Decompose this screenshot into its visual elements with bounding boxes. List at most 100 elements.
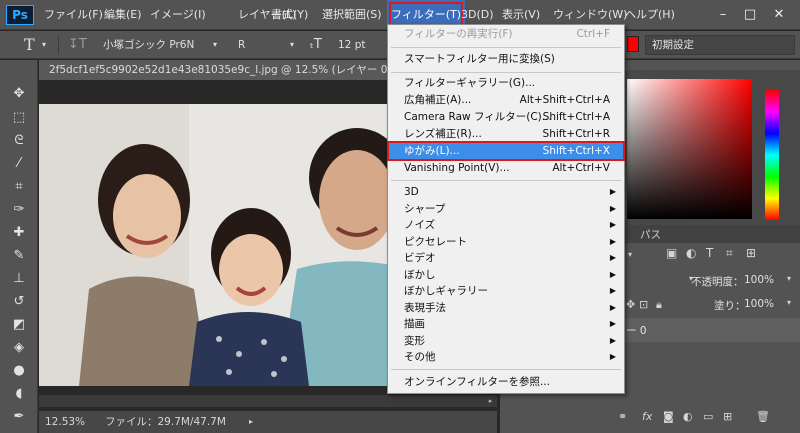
filter-adjust-icon[interactable]: ◐ <box>686 246 696 260</box>
menu-image[interactable]: イメージ(I) <box>150 0 206 30</box>
submenu-arrow-icon: ▶ <box>609 336 616 345</box>
menu-item-liquify[interactable]: ゆがみ(L)... Shift+Ctrl+X <box>387 141 625 161</box>
menu-item-vanishing-point[interactable]: Vanishing Point(V)... Alt+Ctrl+V <box>388 160 624 176</box>
lock-icon[interactable]: ✥ <box>626 298 635 311</box>
menu-item-noise[interactable]: ノイズ ▶ <box>388 217 624 233</box>
status-menu-arrow-icon[interactable]: ▸ <box>249 411 253 433</box>
zoom-level[interactable]: 12.53% <box>45 411 85 433</box>
artboard-lock-icon[interactable]: ⊡ <box>639 298 648 311</box>
filter-shape-icon[interactable]: ⌗ <box>726 246 733 261</box>
type-tool-icon[interactable]: T <box>24 31 35 59</box>
submenu-arrow-icon: ▶ <box>609 270 616 279</box>
close-icon[interactable]: ✕ <box>766 4 792 26</box>
chevron-down-icon[interactable]: ▾ <box>213 31 217 59</box>
submenu-arrow-icon: ▶ <box>609 303 616 312</box>
opacity-value[interactable]: 100% <box>744 274 774 286</box>
eyedropper-icon[interactable]: ✑ <box>9 200 29 220</box>
adjustment-icon[interactable]: ◐ <box>683 410 693 423</box>
document-tab[interactable]: 2f5dcf1ef5c9902e52d1e43e81035e9c_l.jpg @… <box>39 60 399 80</box>
history-brush-icon[interactable]: ↺ <box>9 292 29 312</box>
new-layer-icon[interactable]: ⊞ <box>723 410 732 423</box>
move-icon[interactable]: ✥ <box>9 84 29 104</box>
submenu-arrow-icon: ▶ <box>609 187 616 196</box>
menu-edit[interactable]: 編集(E) <box>104 0 142 30</box>
menu-help[interactable]: ヘルプ(H) <box>625 0 675 30</box>
fill-value[interactable]: 100% <box>744 298 774 310</box>
orientation-icon[interactable]: ↧T <box>68 31 87 59</box>
minimize-icon[interactable]: – <box>710 4 736 26</box>
text-color-swatch[interactable] <box>627 36 639 52</box>
healing-brush-icon[interactable]: ✚ <box>9 223 29 243</box>
toolbox: ✥ ⬚ ᘓ ⁄ ⌗ ✑ ✚ ✎ ⊥ ↺ ◩ ◈ ● ◖ ✒ <box>0 60 38 433</box>
submenu-arrow-icon: ▶ <box>609 286 616 295</box>
layer-name: ー 0 <box>626 325 647 337</box>
eraser-icon[interactable]: ◩ <box>9 315 29 335</box>
menu-item-3d[interactable]: 3D ▶ <box>388 184 624 200</box>
menu-file[interactable]: ファイル(F) <box>44 0 103 30</box>
preset-select[interactable]: 初期設定 <box>645 35 795 55</box>
menu-item-filter-gallery[interactable]: フィルターギャラリー(G)... <box>388 75 624 91</box>
menu-item-other[interactable]: その他 ▶ <box>388 349 624 365</box>
paint-bucket-icon[interactable]: ◈ <box>9 338 29 358</box>
menu-item-browse-online[interactable]: オンラインフィルターを参照... <box>388 374 624 390</box>
link-icon[interactable]: ⚭ <box>618 410 627 423</box>
marquee-icon[interactable]: ⬚ <box>9 108 29 128</box>
all-lock-icon[interactable]: 🔒︎ <box>656 298 662 312</box>
font-style-select[interactable]: R <box>238 31 245 59</box>
font-family-select[interactable]: 小塚ゴシック Pr6N <box>103 31 194 59</box>
magic-wand-icon[interactable]: ⁄ <box>9 154 29 174</box>
menu-item-sharpen[interactable]: シャープ ▶ <box>388 201 624 217</box>
filter-smart-icon[interactable]: ⊞ <box>746 246 756 260</box>
menu-item-stylize[interactable]: 表現手法 ▶ <box>388 300 624 316</box>
tab-paths[interactable]: パス <box>640 227 661 242</box>
menu-item-blur[interactable]: ぼかし ▶ <box>388 267 624 283</box>
chevron-down-icon[interactable]: ▾ <box>42 31 46 59</box>
mask-icon[interactable]: ◙ <box>663 410 674 423</box>
maximize-icon[interactable]: □ <box>737 4 763 26</box>
menu-select[interactable]: 選択範囲(S) <box>322 0 382 30</box>
filter-type-icon[interactable]: T <box>706 246 713 260</box>
stamp-icon[interactable]: ⊥ <box>9 269 29 289</box>
menu-type[interactable]: 書式(Y) <box>271 0 308 30</box>
chevron-down-icon[interactable]: ▾ <box>787 274 791 283</box>
crop-icon[interactable]: ⌗ <box>9 177 29 197</box>
submenu-arrow-icon: ▶ <box>609 319 616 328</box>
status-bar: 12.53% ファイル：29.7M/47.7M ▸ <box>39 411 497 433</box>
filter-image-icon[interactable]: ▣ <box>666 246 677 260</box>
panel-tabs: パス <box>620 225 800 243</box>
hue-slider[interactable] <box>765 90 779 220</box>
menu-item-lens-correction[interactable]: レンズ補正(R)... Shift+Ctrl+R <box>388 126 624 142</box>
group-icon[interactable]: ▭ <box>703 410 713 423</box>
chevron-down-icon[interactable]: ▾ <box>628 250 632 259</box>
menu-item-pixelate[interactable]: ピクセレート ▶ <box>388 234 624 250</box>
filter-menu: フィルターの再実行(F) Ctrl+F スマートフィルター用に変換(S) フィルタ… <box>387 24 625 394</box>
menu-item-blur-gallery[interactable]: ぼかしギャラリー ▶ <box>388 283 624 299</box>
menu-item-distort[interactable]: 変形 ▶ <box>388 333 624 349</box>
dodge-icon[interactable]: ◖ <box>9 384 29 404</box>
lasso-icon[interactable]: ᘓ <box>9 131 29 151</box>
fill-label: 塗り： <box>714 300 746 312</box>
file-size: ファイル：29.7M/47.7M <box>105 416 226 428</box>
trash-icon[interactable]: 🗑︎ <box>756 410 770 423</box>
chevron-down-icon[interactable]: ▾ <box>787 298 791 307</box>
submenu-arrow-icon: ▶ <box>609 237 616 246</box>
menu-item-render[interactable]: 描画 ▶ <box>388 316 624 332</box>
submenu-arrow-icon: ▶ <box>609 220 616 229</box>
submenu-arrow-icon: ▶ <box>609 253 616 262</box>
fx-icon[interactable]: fx <box>642 410 652 423</box>
pen-icon[interactable]: ✒ <box>9 407 29 427</box>
brush-icon[interactable]: ✎ <box>9 246 29 266</box>
menu-item-convert-smart-filter[interactable]: スマートフィルター用に変換(S) <box>388 51 624 67</box>
menu-item-camera-raw[interactable]: Camera Raw フィルター(C)... Shift+Ctrl+A <box>388 109 624 125</box>
color-picker-field[interactable] <box>627 79 752 219</box>
layer-row[interactable]: ー 0 <box>620 318 800 342</box>
menu-item-adaptive-wide-angle[interactable]: 広角補正(A)... Alt+Shift+Ctrl+A <box>388 92 624 108</box>
blur-icon[interactable]: ● <box>9 361 29 381</box>
font-size-select[interactable]: 12 pt <box>338 31 365 59</box>
scroll-arrow-icon[interactable]: ▸ <box>484 395 497 407</box>
chevron-down-icon[interactable]: ▾ <box>290 31 294 59</box>
submenu-arrow-icon: ▶ <box>609 204 616 213</box>
horizontal-scrollbar[interactable] <box>39 395 484 407</box>
menu-item-video[interactable]: ビデオ ▶ <box>388 250 624 266</box>
photoshop-logo: Ps <box>6 5 34 25</box>
